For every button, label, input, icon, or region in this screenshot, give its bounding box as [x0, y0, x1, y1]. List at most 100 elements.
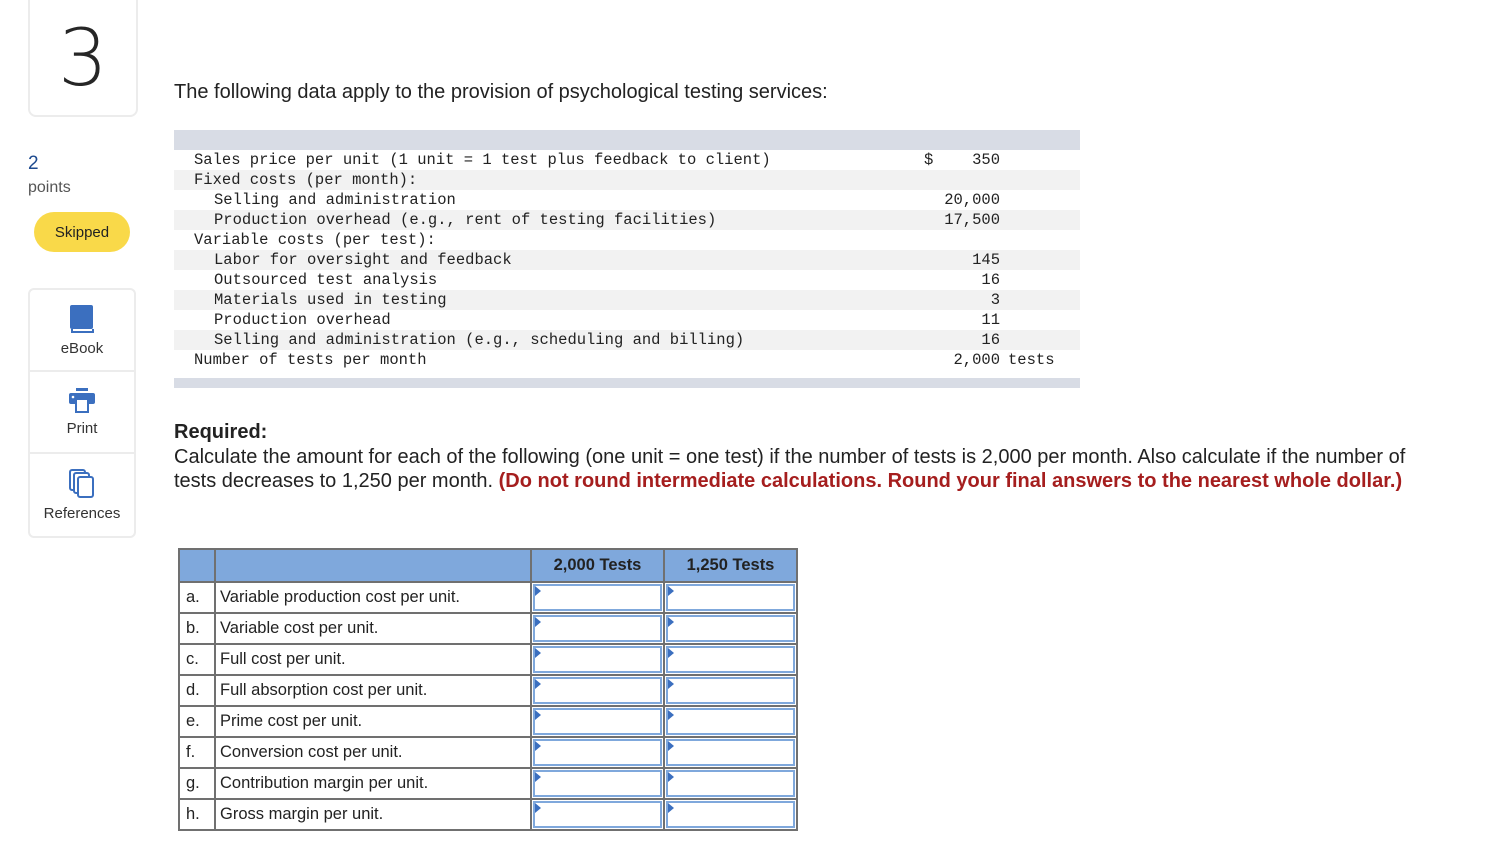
- row-description: Variable production cost per unit.: [214, 581, 532, 614]
- documents-icon: [69, 468, 95, 499]
- input-marker-icon: [668, 710, 674, 720]
- row-letter: c.: [178, 643, 216, 676]
- data-row-label: Fixed costs (per month):: [194, 171, 418, 189]
- answer-cell: [663, 581, 798, 614]
- print-button[interactable]: Print: [30, 372, 134, 454]
- answer-cell: [663, 767, 798, 800]
- answer-cell: [530, 612, 665, 645]
- answer-input-1250-tests[interactable]: [666, 708, 795, 735]
- input-marker-icon: [668, 772, 674, 782]
- tools-panel: eBook Print References: [28, 288, 136, 538]
- answer-cell: [663, 705, 798, 738]
- input-marker-icon: [535, 679, 541, 689]
- data-row-value: 16: [981, 271, 1000, 289]
- answer-cell: [663, 736, 798, 769]
- input-marker-icon: [535, 586, 541, 596]
- answer-input-1250-tests[interactable]: [666, 584, 795, 611]
- row-description: Conversion cost per unit.: [214, 736, 532, 769]
- answer-row: d. Full absorption cost per unit.: [178, 674, 798, 707]
- data-row-label: Materials used in testing: [214, 291, 447, 309]
- references-button[interactable]: References: [30, 454, 134, 536]
- question-number-card: 3: [28, 0, 138, 117]
- data-row-value: 2,000: [953, 351, 1000, 369]
- row-letter: a.: [178, 581, 216, 614]
- data-row: Selling and administration 20,000: [174, 190, 1080, 210]
- cost-data-table: Sales price per unit (1 unit = 1 test pl…: [174, 130, 1080, 388]
- row-description: Full absorption cost per unit.: [214, 674, 532, 707]
- row-letter: f.: [178, 736, 216, 769]
- status-badge: Skipped: [34, 212, 130, 252]
- data-row-label: Outsourced test analysis: [214, 271, 438, 289]
- answer-cell: [663, 798, 798, 831]
- data-row: Sales price per unit (1 unit = 1 test pl…: [174, 150, 1080, 170]
- data-row-label: Selling and administration: [214, 191, 456, 209]
- answer-row: g. Contribution margin per unit.: [178, 767, 798, 800]
- input-marker-icon: [668, 617, 674, 627]
- answer-input-1250-tests[interactable]: [666, 646, 795, 673]
- ebook-label: eBook: [60, 339, 104, 357]
- answer-input-2000-tests[interactable]: [533, 708, 662, 735]
- answer-cell: [530, 705, 665, 738]
- data-row: Variable costs (per test):: [174, 230, 1080, 250]
- answer-input-1250-tests[interactable]: [666, 739, 795, 766]
- data-row-value: 3: [990, 291, 1000, 309]
- header-2000-tests: 2,000 Tests: [530, 548, 665, 583]
- print-label: Print: [66, 419, 98, 437]
- answer-row: a. Variable production cost per unit.: [178, 581, 798, 614]
- data-row: Production overhead 11: [174, 310, 1080, 330]
- data-row-label: Labor for oversight and feedback: [214, 251, 512, 269]
- answer-cell: [530, 674, 665, 707]
- answer-input-2000-tests[interactable]: [533, 677, 662, 704]
- data-row: Fixed costs (per month):: [174, 170, 1080, 190]
- input-marker-icon: [535, 803, 541, 813]
- data-row-label: Selling and administration (e.g., schedu…: [214, 331, 745, 349]
- answer-input-1250-tests[interactable]: [666, 615, 795, 642]
- answer-input-2000-tests[interactable]: [533, 584, 662, 611]
- answer-input-1250-tests[interactable]: [666, 770, 795, 797]
- answer-cell: [663, 643, 798, 676]
- input-marker-icon: [535, 710, 541, 720]
- question-intro: The following data apply to the provisio…: [174, 81, 828, 103]
- answer-input-2000-tests[interactable]: [533, 739, 662, 766]
- book-icon: [69, 304, 95, 334]
- data-row: Materials used in testing 3: [174, 290, 1080, 310]
- answer-input-2000-tests[interactable]: [533, 615, 662, 642]
- input-marker-icon: [668, 741, 674, 751]
- rounding-instruction: (Do not round intermediate calculations.…: [498, 470, 1403, 492]
- row-letter: e.: [178, 705, 216, 738]
- data-row: Selling and administration (e.g., schedu…: [174, 330, 1080, 350]
- input-marker-icon: [535, 617, 541, 627]
- table-top-band: [174, 130, 1080, 150]
- answer-row: f. Conversion cost per unit.: [178, 736, 798, 769]
- input-marker-icon: [668, 648, 674, 658]
- data-row-label: Variable costs (per test):: [194, 231, 436, 249]
- data-row: Number of tests per month 2,000 tests: [174, 350, 1080, 370]
- data-row-value: 11: [981, 311, 1000, 329]
- answer-cell: [530, 736, 665, 769]
- data-row-value: 20,000: [944, 191, 1000, 209]
- answer-row: c. Full cost per unit.: [178, 643, 798, 676]
- data-row-label: Production overhead (e.g., rent of testi…: [214, 211, 717, 229]
- answer-cell: [663, 612, 798, 645]
- data-row-value: 145: [972, 251, 1000, 269]
- data-row-label: Production overhead: [214, 311, 391, 329]
- ebook-button[interactable]: eBook: [30, 290, 134, 372]
- row-letter: g.: [178, 767, 216, 800]
- answer-input-2000-tests[interactable]: [533, 770, 662, 797]
- answer-input-2000-tests[interactable]: [533, 646, 662, 673]
- answer-input-1250-tests[interactable]: [666, 801, 795, 828]
- answer-cell: [530, 767, 665, 800]
- input-marker-icon: [668, 803, 674, 813]
- references-label: References: [43, 504, 121, 522]
- data-row-value: 350: [972, 151, 1000, 169]
- input-marker-icon: [535, 772, 541, 782]
- data-row-value: 17,500: [944, 211, 1000, 229]
- currency-symbol: $: [924, 151, 934, 169]
- header-letter: [178, 548, 216, 583]
- answer-input-1250-tests[interactable]: [666, 677, 795, 704]
- answer-row: e. Prime cost per unit.: [178, 705, 798, 738]
- answer-table: 2,000 Tests 1,250 Tests a. Variable produ…: [178, 548, 798, 831]
- points-value: 2: [28, 153, 39, 174]
- answer-input-2000-tests[interactable]: [533, 801, 662, 828]
- data-row: Outsourced test analysis 16: [174, 270, 1080, 290]
